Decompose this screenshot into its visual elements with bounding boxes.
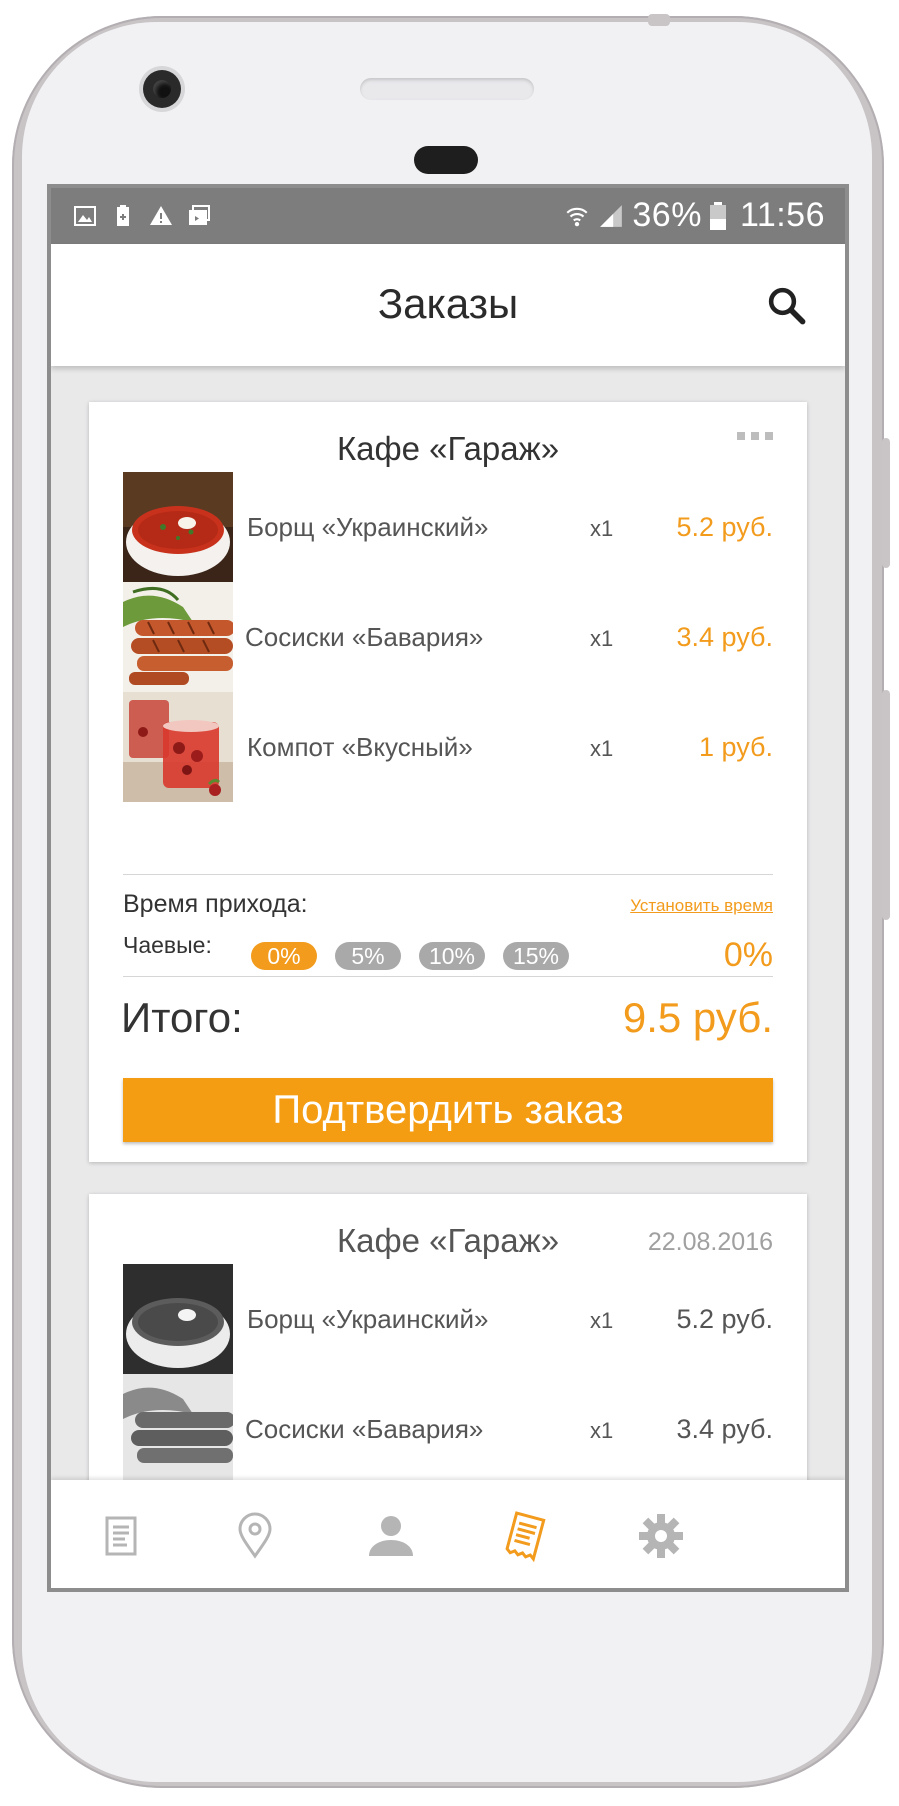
- sausages-photo-grayscale: [123, 1374, 233, 1484]
- item-quantity: x1: [590, 1308, 614, 1333]
- item-name: Сосиски «Бавария»: [245, 1414, 484, 1444]
- item-quantity: x1: [590, 516, 614, 541]
- cafe-name: Кафе «Гараж»: [336, 430, 560, 467]
- compote-photo: [123, 692, 233, 802]
- battery-icon: [709, 201, 726, 230]
- clock: 11:56: [739, 196, 825, 234]
- item-price: 3.4 руб.: [676, 622, 773, 652]
- item-name: Компот «Вкусный»: [247, 732, 473, 762]
- order-item[interactable]: Компот «Вкусный» x1 1 руб.: [123, 692, 773, 802]
- tip-option-0[interactable]: 0%: [251, 942, 317, 970]
- order-item[interactable]: Борщ «Украинский» x1 5.2 руб.: [123, 472, 773, 582]
- page-title: Заказы: [377, 280, 519, 327]
- total-label: Итого:: [121, 994, 243, 1041]
- sausages-photo: [123, 582, 233, 692]
- confirm-order-button[interactable]: Подтвердить заказ: [123, 1078, 773, 1142]
- item-name: Борщ «Украинский»: [247, 512, 489, 542]
- image-icon: [74, 206, 96, 226]
- divider: [123, 874, 773, 875]
- item-price: 1 руб.: [699, 732, 773, 762]
- item-quantity: x1: [590, 736, 614, 761]
- set-time-link[interactable]: Установить время: [630, 896, 773, 916]
- phone-volume-button: [882, 690, 890, 920]
- item-price: 5.2 руб.: [676, 512, 773, 542]
- item-name: Сосиски «Бавария»: [245, 622, 484, 652]
- warning-icon: [150, 206, 172, 225]
- app-screen: 36% 11:56 Заказы Кафе «Гараж» Борщ «Укра…: [51, 188, 845, 1588]
- orders-icon[interactable]: [497, 1508, 553, 1564]
- battery-percent: 36%: [632, 196, 702, 234]
- item-price: 5.2 руб.: [676, 1304, 773, 1334]
- signal-icon: [600, 204, 623, 227]
- menu-list-icon[interactable]: [93, 1508, 149, 1564]
- phone-top-button: [648, 14, 670, 26]
- location-pin-icon[interactable]: [227, 1508, 283, 1564]
- divider: [123, 976, 773, 977]
- order-item[interactable]: Борщ «Украинский» x1 5.2 руб.: [123, 1264, 773, 1374]
- photo-library-icon: [189, 205, 210, 225]
- battery-saver-icon: [117, 205, 129, 226]
- tip-options: 0% 5% 10% 15%: [251, 942, 569, 970]
- profile-icon[interactable]: [363, 1508, 419, 1564]
- item-quantity: x1: [590, 1418, 614, 1443]
- active-order-card: Кафе «Гараж» Борщ «Украинский» x1 5.2 ру…: [89, 402, 807, 1162]
- item-name: Борщ «Украинский»: [247, 1304, 489, 1334]
- total-value: 9.5 руб.: [622, 994, 773, 1041]
- notification-icons: [73, 204, 211, 228]
- wifi-icon: [566, 207, 588, 226]
- order-item[interactable]: Сосиски «Бавария» x1 3.4 руб.: [123, 582, 773, 692]
- status-bar: 36% 11:56: [51, 188, 845, 244]
- front-camera: [143, 70, 181, 108]
- settings-gear-icon[interactable]: [633, 1508, 689, 1564]
- tip-option-5[interactable]: 5%: [335, 942, 401, 970]
- item-quantity: x1: [590, 626, 614, 651]
- more-icon[interactable]: [737, 432, 773, 440]
- item-price: 3.4 руб.: [676, 1414, 773, 1444]
- proximity-sensor: [414, 146, 478, 174]
- borscht-photo: [123, 472, 233, 582]
- app-bar: Заказы: [51, 244, 845, 366]
- phone-power-button: [882, 438, 890, 568]
- arrival-time-label: Время прихода:: [123, 890, 308, 918]
- search-icon[interactable]: [765, 284, 807, 326]
- order-date: 22.08.2016: [647, 1228, 773, 1256]
- status-indicators: 36% 11:56: [564, 196, 825, 235]
- tip-option-10[interactable]: 10%: [419, 942, 485, 970]
- order-item[interactable]: Сосиски «Бавария» x1 3.4 руб.: [123, 1374, 773, 1484]
- tips-label: Чаевые:: [123, 932, 212, 958]
- bottom-navigation: [51, 1480, 845, 1588]
- borscht-photo-grayscale: [123, 1264, 233, 1374]
- tip-option-15[interactable]: 15%: [503, 942, 569, 970]
- earpiece-speaker: [360, 78, 534, 100]
- tip-value: 0%: [723, 936, 773, 974]
